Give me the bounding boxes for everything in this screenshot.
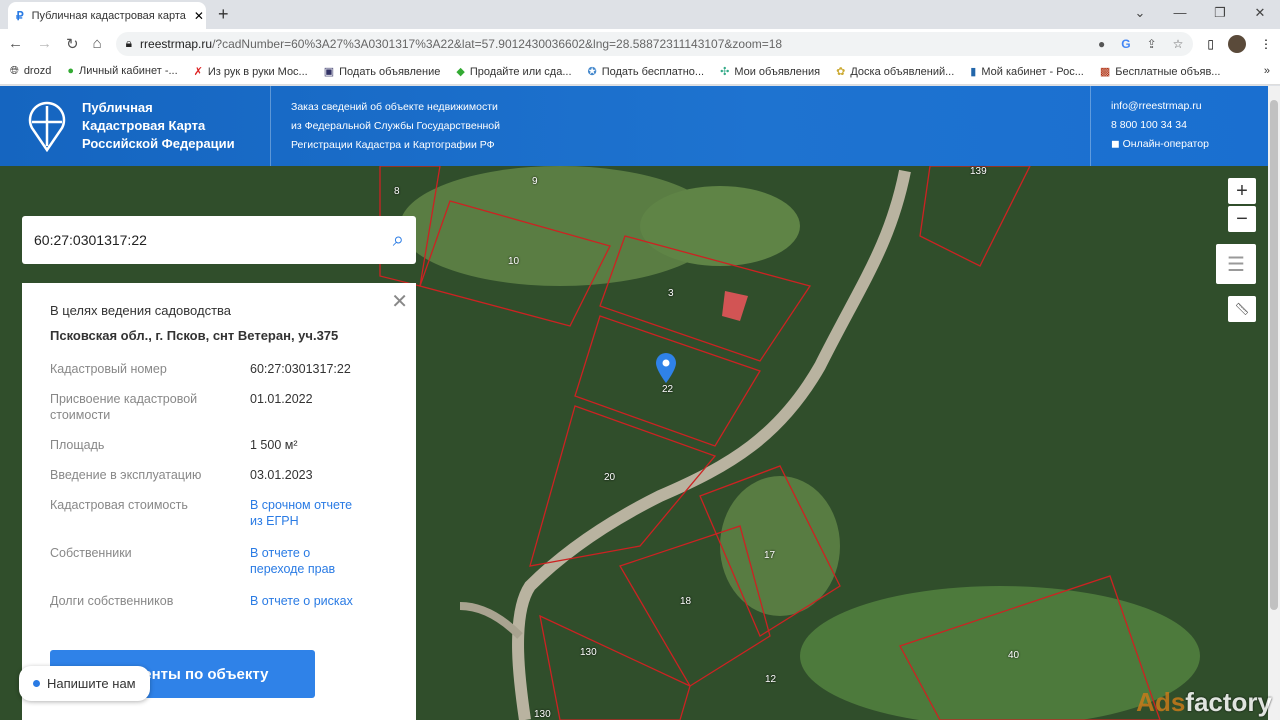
online-dot-icon: [33, 680, 40, 687]
home-icon[interactable]: ⌂: [93, 35, 102, 52]
parcel-purpose: В целях ведения садоводства: [50, 303, 388, 318]
header-description: Заказ сведений об объекте недвижимостииз…: [271, 86, 1090, 166]
lock-icon: 🔒︎: [126, 36, 132, 51]
info-row: Кадастровая стоимостьВ срочном отчете из…: [50, 497, 388, 529]
parcel-label: 3: [668, 288, 674, 299]
location-pin-icon[interactable]: [654, 352, 678, 384]
parcel-label: 9: [532, 176, 538, 187]
egrn-report-link[interactable]: В срочном отчете из ЕГРН: [250, 497, 360, 529]
info-row: Введение в эксплуатацию03.01.2023: [50, 467, 388, 483]
close-icon[interactable]: ✕: [391, 289, 408, 314]
bookmark[interactable]: ▩Бесплатные объяв...: [1100, 65, 1221, 78]
ruler-icon[interactable]: 📏︎: [1228, 296, 1256, 322]
reload-icon[interactable]: ↻: [66, 35, 79, 53]
more-bookmarks-icon[interactable]: »: [1264, 65, 1270, 77]
bookmark[interactable]: ▣Подать объявление: [324, 65, 441, 78]
parcel-label: 20: [604, 472, 615, 483]
bookmark[interactable]: ✪Подать бесплатно...: [588, 65, 705, 78]
bookmark[interactable]: ✿Доска объявлений...: [836, 65, 954, 78]
parcel-label: 17: [764, 550, 775, 561]
ownership-report-link[interactable]: В отчете о переходе прав: [250, 545, 360, 577]
tab-title: Публичная кадастровая карта: [32, 10, 186, 22]
parcel-info-card: ✕ В целях ведения садоводства Псковская …: [22, 283, 416, 720]
info-row: Площадь1 500 м²: [50, 437, 388, 453]
zoom-out-button[interactable]: −: [1228, 206, 1256, 232]
layers-icon[interactable]: ☰: [1216, 244, 1256, 284]
bookmark[interactable]: 🌐︎drozd: [10, 65, 51, 78]
parcel-label: 8: [394, 186, 400, 197]
info-row: Присвоение кадастровой стоимости01.01.20…: [50, 391, 388, 423]
minimize-button[interactable]: —: [1160, 0, 1200, 26]
google-icon[interactable]: G: [1121, 37, 1130, 51]
parcel-label: 130: [534, 709, 551, 720]
site-logo[interactable]: ПубличнаяКадастровая КартаРоссийской Фед…: [0, 86, 271, 166]
menu-icon[interactable]: ⋮: [1260, 37, 1272, 51]
info-row: Долги собственниковВ отчете о рисках: [50, 593, 388, 609]
search-value: 60:27:0301317:22: [34, 232, 147, 248]
parcel-label: 40: [1008, 650, 1019, 661]
parcel-label: 10: [508, 256, 519, 267]
cadastral-search-input[interactable]: 60:27:0301317:22 ⌕: [22, 216, 416, 264]
new-tab-button[interactable]: +: [218, 4, 229, 25]
close-window-button[interactable]: ✕: [1240, 0, 1280, 26]
parcel-address: Псковская обл., г. Псков, снт Ветеран, у…: [50, 328, 388, 343]
watermark-logo: Adsfactory: [1136, 687, 1272, 718]
tab-search-icon[interactable]: ⌄: [1120, 0, 1160, 26]
parcel-label: 22: [662, 384, 673, 395]
phone-link[interactable]: 8 800 100 34 34: [1111, 116, 1248, 135]
close-tab-icon[interactable]: ✕: [194, 9, 204, 23]
bookmarks-bar: 🌐︎drozd ●Личный кабинет -... ✗Из рук в р…: [0, 58, 1280, 85]
scrollbar[interactable]: [1268, 86, 1280, 720]
parcel-label: 12: [765, 674, 776, 685]
star-icon[interactable]: ☆: [1173, 37, 1184, 51]
address-bar-row: ← → ↻ ⌂ 🔒︎ rreestrmap.ru/?cadNumber=60%3…: [0, 29, 1280, 58]
risk-report-link[interactable]: В отчете о рисках: [250, 593, 353, 609]
tab-bar: ₽ Публичная кадастровая карта ✕ + ⌄ — ❐ …: [0, 0, 1280, 29]
header-contacts: info@rreestrmap.ru 8 800 100 34 34 ◼︎ Он…: [1090, 86, 1268, 166]
back-icon[interactable]: ←: [8, 35, 23, 52]
share-icon[interactable]: ⇪: [1147, 37, 1157, 51]
bookmark[interactable]: ✣Мои объявления: [720, 65, 820, 78]
bookmark[interactable]: ◆Продайте или сда...: [456, 65, 571, 78]
url-path: /?cadNumber=60%3A27%3A0301317%3A22&lat=5…: [212, 37, 782, 51]
chat-widget-button[interactable]: Напишите нам: [19, 666, 150, 701]
url-input[interactable]: 🔒︎ rreestrmap.ru/?cadNumber=60%3A27%3A03…: [116, 32, 1194, 56]
extension-icon[interactable]: ●: [1098, 37, 1105, 51]
parcel-label: 139: [970, 166, 987, 177]
browser-tab[interactable]: ₽ Публичная кадастровая карта ✕: [8, 2, 206, 29]
zoom-in-button[interactable]: +: [1228, 178, 1256, 204]
logo-icon: [28, 100, 66, 152]
forward-icon[interactable]: →: [37, 35, 52, 52]
avatar[interactable]: [1228, 35, 1246, 53]
sidepanel-icon[interactable]: ▯: [1207, 37, 1214, 51]
bookmark[interactable]: ▮Мой кабинет - Рос...: [970, 65, 1084, 78]
maximize-button[interactable]: ❐: [1200, 0, 1240, 26]
search-icon[interactable]: ⌕: [393, 229, 404, 252]
parcel-label: 18: [680, 596, 691, 607]
site-header: ПубличнаяКадастровая КартаРоссийской Фед…: [0, 86, 1268, 166]
email-link[interactable]: info@rreestrmap.ru: [1111, 97, 1248, 116]
info-row: Кадастровый номер60:27:0301317:22: [50, 361, 388, 377]
parcel-label: 130: [580, 647, 597, 658]
online-operator-link[interactable]: ◼︎ Онлайн-оператор: [1111, 135, 1248, 154]
site-favicon-icon: ₽: [16, 9, 24, 23]
bookmark[interactable]: ✗Из рук в руки Мос...: [194, 65, 308, 78]
site: ПубличнаяКадастровая КартаРоссийской Фед…: [0, 86, 1268, 720]
bookmark[interactable]: ●Личный кабинет -...: [67, 65, 177, 77]
url-host: rreestrmap.ru: [140, 37, 212, 51]
info-row: СобственникиВ отчете о переходе прав: [50, 545, 388, 577]
